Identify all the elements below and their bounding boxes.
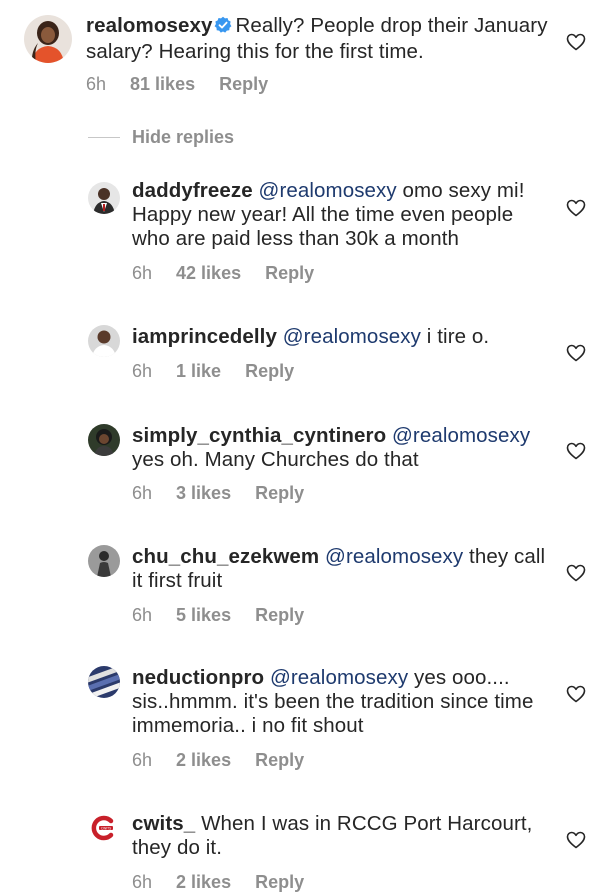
comment-meta: 6h 81 likes Reply: [86, 74, 268, 95]
mention-link[interactable]: @realomosexy: [283, 325, 421, 348]
comment-time: 6h: [86, 74, 107, 94]
reply-button[interactable]: Reply: [255, 483, 304, 504]
comment-meta: 6h 42 likes Reply: [132, 263, 314, 284]
main-comment: realomosexy Really? People drop their Jan…: [0, 0, 608, 110]
comment-text: simply_cynthia_cyntinero @realomosexy ye…: [132, 424, 552, 472]
reply-button[interactable]: Reply: [245, 361, 294, 382]
comment-username[interactable]: cwits_: [132, 812, 195, 835]
comment-time: 6h: [132, 263, 153, 283]
comment-text: daddyfreeze @realomosexy omo sexy mi! Ha…: [132, 179, 532, 251]
mention-link[interactable]: @realomosexy: [392, 424, 530, 447]
comment-username[interactable]: realomosexy: [86, 14, 212, 37]
avatar[interactable]: [88, 545, 120, 577]
avatar[interactable]: [88, 182, 120, 214]
reply-button[interactable]: Reply: [255, 872, 304, 893]
comment-likes[interactable]: 81 likes: [130, 74, 195, 95]
hide-replies-button[interactable]: Hide replies: [132, 127, 234, 148]
avatar[interactable]: [88, 325, 120, 357]
mention-link[interactable]: @realomosexy: [270, 666, 408, 689]
heart-outline-icon[interactable]: [566, 685, 586, 703]
svg-text:CWITS: CWITS: [101, 826, 111, 830]
comment-text: realomosexy Really? People drop their Jan…: [86, 14, 556, 64]
heart-outline-icon[interactable]: [566, 33, 586, 51]
hide-replies-divider: [88, 137, 120, 138]
avatar[interactable]: CWITS: [88, 812, 120, 844]
comment-likes[interactable]: 2 likes: [176, 750, 231, 771]
comment-meta: 6h 3 likes Reply: [132, 483, 304, 504]
comment-text: neductionpro @realomosexy yes ooo.... si…: [132, 666, 542, 738]
heart-outline-icon[interactable]: [566, 344, 586, 362]
comment-username[interactable]: chu_chu_ezekwem: [132, 545, 319, 568]
comment-meta: 6h 5 likes Reply: [132, 605, 304, 626]
comment-likes[interactable]: 3 likes: [176, 483, 231, 504]
comment-time: 6h: [132, 872, 153, 892]
heart-outline-icon[interactable]: [566, 442, 586, 460]
reply-comment: simply_cynthia_cyntinero @realomosexy ye…: [0, 412, 608, 512]
comment-time: 6h: [132, 750, 153, 770]
comment-username[interactable]: simply_cynthia_cyntinero: [132, 424, 386, 447]
heart-outline-icon[interactable]: [566, 564, 586, 582]
comment-likes[interactable]: 5 likes: [176, 605, 231, 626]
reply-comment: CWITS cwits_ When I was in RCCG Port Har…: [0, 800, 608, 896]
comment-meta: 6h 2 likes Reply: [132, 872, 304, 893]
reply-button[interactable]: Reply: [265, 263, 314, 284]
reply-button[interactable]: Reply: [255, 605, 304, 626]
comment-username[interactable]: neductionpro: [132, 666, 264, 689]
comment-time: 6h: [132, 605, 153, 625]
reply-comment: chu_chu_ezekwem @realomosexy they call i…: [0, 533, 608, 633]
comment-time: 6h: [132, 483, 153, 503]
comment-likes[interactable]: 42 likes: [176, 263, 241, 284]
reply-comment: iamprincedelly @realomosexy i tire o. 6h…: [0, 315, 608, 395]
mention-link[interactable]: @realomosexy: [259, 179, 397, 202]
reply-button[interactable]: Reply: [255, 750, 304, 771]
comment-username[interactable]: daddyfreeze: [132, 179, 253, 202]
comment-time: 6h: [132, 361, 153, 381]
comment-body: yes oh. Many Churches do that: [132, 448, 419, 471]
comment-body: i tire o.: [421, 325, 490, 348]
comment-likes[interactable]: 2 likes: [176, 872, 231, 893]
comment-text: cwits_ When I was in RCCG Port Harcourt,…: [132, 812, 552, 860]
comment-likes[interactable]: 1 like: [176, 361, 221, 382]
comment-text: iamprincedelly @realomosexy i tire o.: [132, 325, 552, 349]
reply-comment: daddyfreeze @realomosexy omo sexy mi! Ha…: [0, 170, 608, 290]
comment-meta: 6h 2 likes Reply: [132, 750, 304, 771]
comment-meta: 6h 1 like Reply: [132, 361, 294, 382]
reply-comment: neductionpro @realomosexy yes ooo.... si…: [0, 654, 608, 774]
comment-text: chu_chu_ezekwem @realomosexy they call i…: [132, 545, 552, 593]
mention-link[interactable]: @realomosexy: [325, 545, 463, 568]
avatar[interactable]: [24, 15, 72, 63]
avatar[interactable]: [88, 666, 120, 698]
heart-outline-icon[interactable]: [566, 199, 586, 217]
comment-username[interactable]: iamprincedelly: [132, 325, 277, 348]
reply-button[interactable]: Reply: [219, 74, 268, 95]
verified-badge-icon: [214, 16, 232, 40]
heart-outline-icon[interactable]: [566, 831, 586, 849]
avatar[interactable]: [88, 424, 120, 456]
